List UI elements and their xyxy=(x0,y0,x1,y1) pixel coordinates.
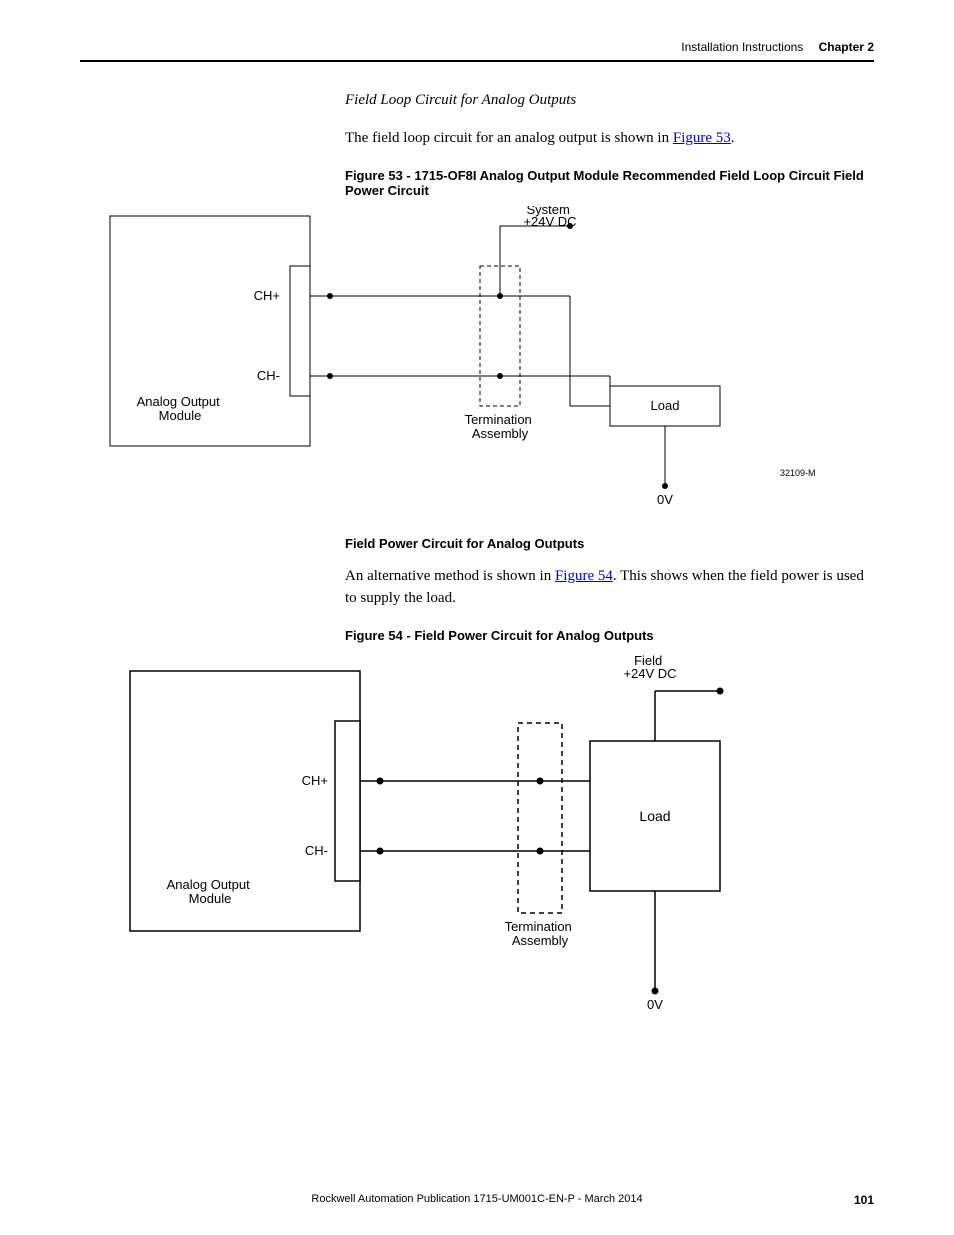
ch-minus-label: CH- xyxy=(257,368,280,383)
module-label: Analog Output Module xyxy=(137,394,224,423)
ch-minus-label-2: CH- xyxy=(305,843,328,858)
termination-label-2: Termination Assembly xyxy=(505,919,576,948)
diagram-code: 32109-M xyxy=(780,468,816,478)
ch-plus-label: CH+ xyxy=(254,288,280,303)
page-footer: Rockwell Automation Publication 1715-UM0… xyxy=(80,1193,874,1205)
termination-label: Termination Assembly xyxy=(465,412,536,441)
figure-54-caption: Figure 54 - Field Power Circuit for Anal… xyxy=(345,628,874,643)
body-text-2: An alternative method is shown in Figure… xyxy=(345,565,874,610)
header-section: Installation Instructions xyxy=(681,40,803,54)
vtop-label-2: Field +24V DC xyxy=(623,653,676,681)
page-header: Installation Instructions Chapter 2 xyxy=(80,40,874,62)
module-label-2: Analog Output Module xyxy=(167,877,254,906)
section-title-2: Field Power Circuit for Analog Outputs xyxy=(345,536,874,551)
section-title-1: Field Loop Circuit for Analog Outputs xyxy=(345,92,874,109)
figure-54-link[interactable]: Figure 54 xyxy=(555,568,613,584)
ch-plus-label-2: CH+ xyxy=(302,773,328,788)
vbot-label: 0V xyxy=(657,492,673,507)
load-label-2: Load xyxy=(639,808,670,824)
load-label: Load xyxy=(651,398,680,413)
figure-53-link[interactable]: Figure 53 xyxy=(673,130,731,146)
footer-publication: Rockwell Automation Publication 1715-UM0… xyxy=(311,1193,642,1205)
vtop-label: System +24V DC xyxy=(523,206,576,229)
header-chapter: Chapter 2 xyxy=(819,40,874,54)
figure-53-caption: Figure 53 - 1715-OF8I Analog Output Modu… xyxy=(345,168,874,198)
vbot-label-2: 0V xyxy=(647,997,663,1012)
figure-53-diagram: CH+ CH- Analog Output Module Termination… xyxy=(80,206,874,516)
page-number: 101 xyxy=(854,1193,874,1207)
figure-54-diagram: CH+ CH- Analog Output Module Termination… xyxy=(80,651,874,1021)
body-text-1: The field loop circuit for an analog out… xyxy=(345,127,874,150)
